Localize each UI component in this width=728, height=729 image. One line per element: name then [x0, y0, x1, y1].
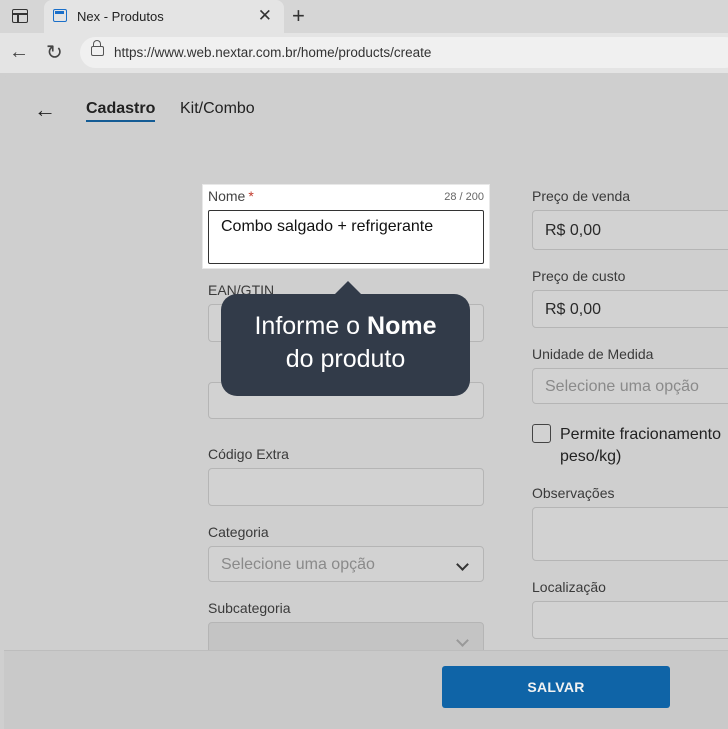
- nome-label: Nome *: [208, 188, 254, 204]
- tab-title: Nex - Produtos: [77, 9, 164, 24]
- observacoes-label: Observações: [532, 485, 615, 501]
- preco-venda-value: R$ 0,00: [545, 222, 602, 239]
- observacoes-textarea[interactable]: [532, 507, 728, 561]
- localizacao-input[interactable]: [532, 601, 728, 639]
- categoria-placeholder: Selecione uma opção: [221, 556, 375, 573]
- nome-field-highlight: Nome * 28 / 200 Combo salgado + refrigera…: [203, 185, 489, 268]
- fracionamento-checkbox[interactable]: [532, 424, 551, 443]
- fracionamento-label-line2: peso/kg): [560, 448, 622, 465]
- new-tab-icon[interactable]: +: [292, 3, 305, 29]
- preco-venda-input[interactable]: R$ 0,00: [532, 210, 728, 250]
- subcategoria-label: Subcategoria: [208, 600, 291, 616]
- save-button[interactable]: SALVAR: [442, 666, 670, 708]
- preco-custo-value: R$ 0,00: [545, 301, 602, 318]
- browser-back-icon[interactable]: ←: [9, 41, 29, 64]
- footer-bar: SALVAR: [4, 650, 728, 729]
- browser-tab[interactable]: Nex - Produtos ✕: [44, 0, 284, 33]
- localizacao-label: Localização: [532, 579, 606, 595]
- unidade-select[interactable]: Selecione uma opção: [532, 368, 728, 404]
- url-field[interactable]: https://www.web.nextar.com.br/home/produ…: [80, 37, 728, 68]
- lock-icon[interactable]: [91, 40, 104, 56]
- preco-venda-label: Preço de venda: [532, 188, 631, 204]
- chevron-down-icon: [456, 558, 469, 571]
- tab-cadastro[interactable]: Cadastro: [86, 100, 156, 122]
- categoria-label: Categoria: [208, 524, 269, 540]
- close-tab-icon[interactable]: ✕: [258, 6, 272, 26]
- preco-custo-label: Preço de custo: [532, 268, 626, 284]
- back-arrow-icon[interactable]: ←: [34, 97, 56, 123]
- preco-custo-input[interactable]: R$ 0,00: [532, 290, 728, 328]
- required-asterisk: *: [248, 188, 254, 204]
- nome-value: Combo salgado + refrigerante: [221, 218, 434, 235]
- browser-tab-bar: Nex - Produtos ✕ +: [0, 0, 728, 33]
- nome-input[interactable]: Combo salgado + refrigerante: [208, 210, 484, 264]
- chevron-down-icon: [456, 634, 469, 647]
- unidade-placeholder: Selecione uma opção: [545, 378, 699, 395]
- tab-actions-icon[interactable]: [12, 9, 28, 23]
- reload-icon[interactable]: ↻: [46, 40, 63, 65]
- site-favicon-icon: [53, 9, 67, 22]
- codigo-extra-label: Código Extra: [208, 446, 289, 462]
- fracionamento-label: Permite fracionamento: [560, 426, 721, 443]
- tooltip-line1: Informe o Nome: [254, 312, 437, 340]
- page-content: ← Cadastro Kit/Combo EAN/GTIN Código Ext…: [4, 73, 728, 728]
- url-text: https://www.web.nextar.com.br/home/produ…: [114, 45, 432, 60]
- nome-char-counter: 28 / 200: [444, 191, 484, 203]
- codigo-extra-input[interactable]: [208, 468, 484, 506]
- onboarding-tooltip: Informe o Nome do produto: [221, 281, 470, 396]
- address-bar: ← ↻ https://www.web.nextar.com.br/home/p…: [0, 33, 728, 73]
- tooltip-line2: do produto: [285, 345, 406, 373]
- categoria-select[interactable]: Selecione uma opção: [208, 546, 484, 582]
- tab-kit-combo[interactable]: Kit/Combo: [180, 100, 255, 118]
- unidade-label: Unidade de Medida: [532, 346, 654, 362]
